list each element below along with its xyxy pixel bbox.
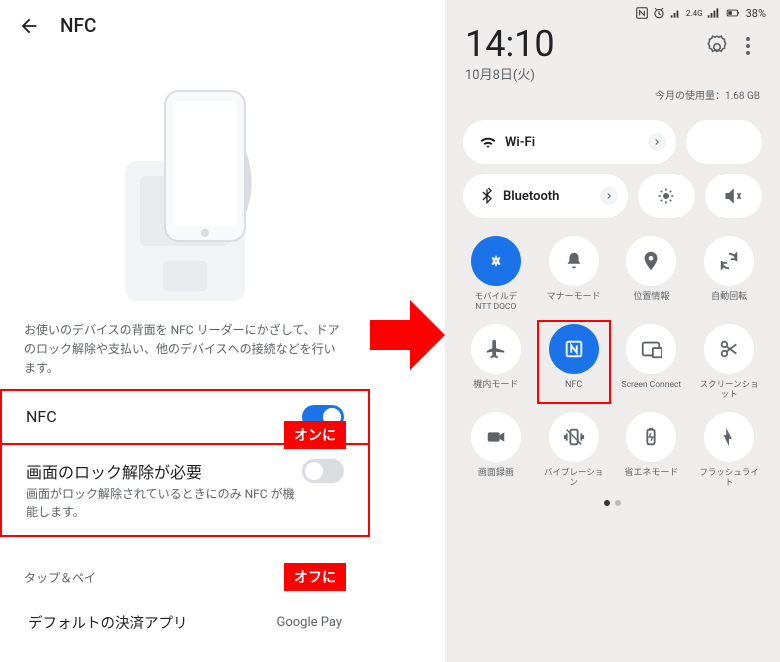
header: NFC <box>0 0 370 51</box>
bluetooth-pill[interactable]: Bluetooth <box>463 174 628 218</box>
battery-pct: 38% <box>746 7 766 20</box>
lock-sub: 画面がロック解除されているときにのみ NFC が機能します。 <box>26 485 302 521</box>
tile-vibrate[interactable]: バイブレーション <box>541 412 607 488</box>
chevron-icon[interactable] <box>648 133 666 151</box>
description: お使いのデバイスの背面を NFC リーダーにかざして、ドアのロック解除や支払い、… <box>0 321 370 379</box>
tiles-grid: モバイルデ NTT DOCO マナーモード 位置情報 自動回転機内モード NFC Scre… <box>445 218 780 488</box>
record-icon[interactable] <box>471 412 521 462</box>
default-payment-row[interactable]: デフォルトの決済アプリ Google Pay <box>14 594 356 651</box>
tile-label: 画面録画 <box>478 468 514 488</box>
page-title: NFC <box>60 14 96 37</box>
brightness-tile[interactable] <box>638 174 695 218</box>
tile-flash[interactable]: フラッシュライト <box>696 412 762 488</box>
location-icon[interactable] <box>626 236 676 286</box>
tile-label: 機内モード <box>473 380 518 400</box>
page-dot[interactable] <box>604 500 610 506</box>
tile-label: スクリーンショット <box>696 380 762 400</box>
tile-label: フラッシュライト <box>696 468 762 488</box>
tile-location[interactable]: 位置情報 <box>619 236 685 312</box>
tile-label: 省エネモード <box>624 468 678 488</box>
tile-label: マナーモード <box>547 292 601 312</box>
page-dot[interactable] <box>615 500 621 506</box>
lock-setting-row[interactable]: 画面のロック解除が必要 画面がロック解除されているときにのみ NFC が機能しま… <box>0 445 370 537</box>
scissors-icon[interactable] <box>704 324 754 374</box>
annotation-off: オフに <box>284 563 346 591</box>
data-usage: 今月の使用量：1.68 GB <box>445 87 780 112</box>
tile-record[interactable]: 画面録画 <box>463 412 529 488</box>
battery-icon[interactable] <box>626 412 676 462</box>
settings-screen: NFC お使いのデバイスの背面を NFC リーダーにかざして、ドアのロック解除や… <box>0 0 370 662</box>
instruction-arrow <box>370 300 445 370</box>
tile-label: 自動回転 <box>711 292 747 312</box>
tile-rotate[interactable]: 自動回転 <box>696 236 762 312</box>
status-bar: 2.4G 38% <box>445 0 780 22</box>
tile-cast[interactable]: Screen Connect <box>619 324 685 400</box>
tile-label: バイブレーション <box>541 468 607 488</box>
signal-icon <box>669 6 683 20</box>
payment-label: デフォルトの決済アプリ <box>28 612 188 633</box>
tile-label: 位置情報 <box>633 292 669 312</box>
more-icon[interactable] <box>736 34 760 58</box>
payment-value: Google Pay <box>276 615 342 630</box>
data-icon[interactable] <box>471 236 521 286</box>
clock-time: 14:10 <box>465 26 555 62</box>
signal2-icon <box>706 6 720 20</box>
quick-settings-screen: 2.4G 38% 14:10 10月8日(火) 今月の使用量：1.68 GB W… <box>445 0 780 662</box>
tile-nfc[interactable]: NFC <box>537 320 611 404</box>
mute-tile[interactable] <box>705 174 762 218</box>
bluetooth-icon <box>479 188 495 204</box>
brightness-icon <box>657 187 675 205</box>
wifi-icon <box>479 133 497 151</box>
tile-label: モバイルデ NTT DOCO <box>475 292 518 312</box>
rotate-icon[interactable] <box>704 236 754 286</box>
annotation-on: オンに <box>284 421 346 449</box>
mute-icon <box>724 187 742 205</box>
tile-label: NFC <box>565 380 582 400</box>
settings-icon[interactable] <box>704 34 730 60</box>
nfc-illustration <box>55 61 315 311</box>
spacer-pill <box>686 120 762 164</box>
flash-icon[interactable] <box>704 412 754 462</box>
lock-toggle[interactable] <box>302 459 344 483</box>
cast-icon[interactable] <box>626 324 676 374</box>
tile-scissors[interactable]: スクリーンショット <box>696 324 762 400</box>
clock-date: 10月8日(火) <box>465 64 555 83</box>
tile-label: Screen Connect <box>622 380 682 400</box>
tile-bell[interactable]: マナーモード <box>541 236 607 312</box>
tile-battery[interactable]: 省エネモード <box>619 412 685 488</box>
battery-icon <box>723 6 743 20</box>
plane-icon[interactable] <box>471 324 521 374</box>
nfc-icon[interactable] <box>549 324 599 374</box>
tile-data[interactable]: モバイルデ NTT DOCO <box>463 236 529 312</box>
wifi-pill[interactable]: Wi-Fi <box>463 120 676 164</box>
nfc-label: NFC <box>26 407 57 426</box>
nfc-status-icon <box>635 6 649 20</box>
chevron-icon[interactable] <box>600 187 618 205</box>
tile-plane[interactable]: 機内モード <box>463 324 529 400</box>
bell-icon[interactable] <box>549 236 599 286</box>
pager <box>445 488 780 518</box>
vibrate-icon[interactable] <box>549 412 599 462</box>
alarm-icon <box>652 6 666 20</box>
back-icon[interactable] <box>18 15 40 37</box>
lock-label: 画面のロック解除が必要 <box>26 459 302 483</box>
clock-row: 14:10 10月8日(火) <box>445 22 780 87</box>
